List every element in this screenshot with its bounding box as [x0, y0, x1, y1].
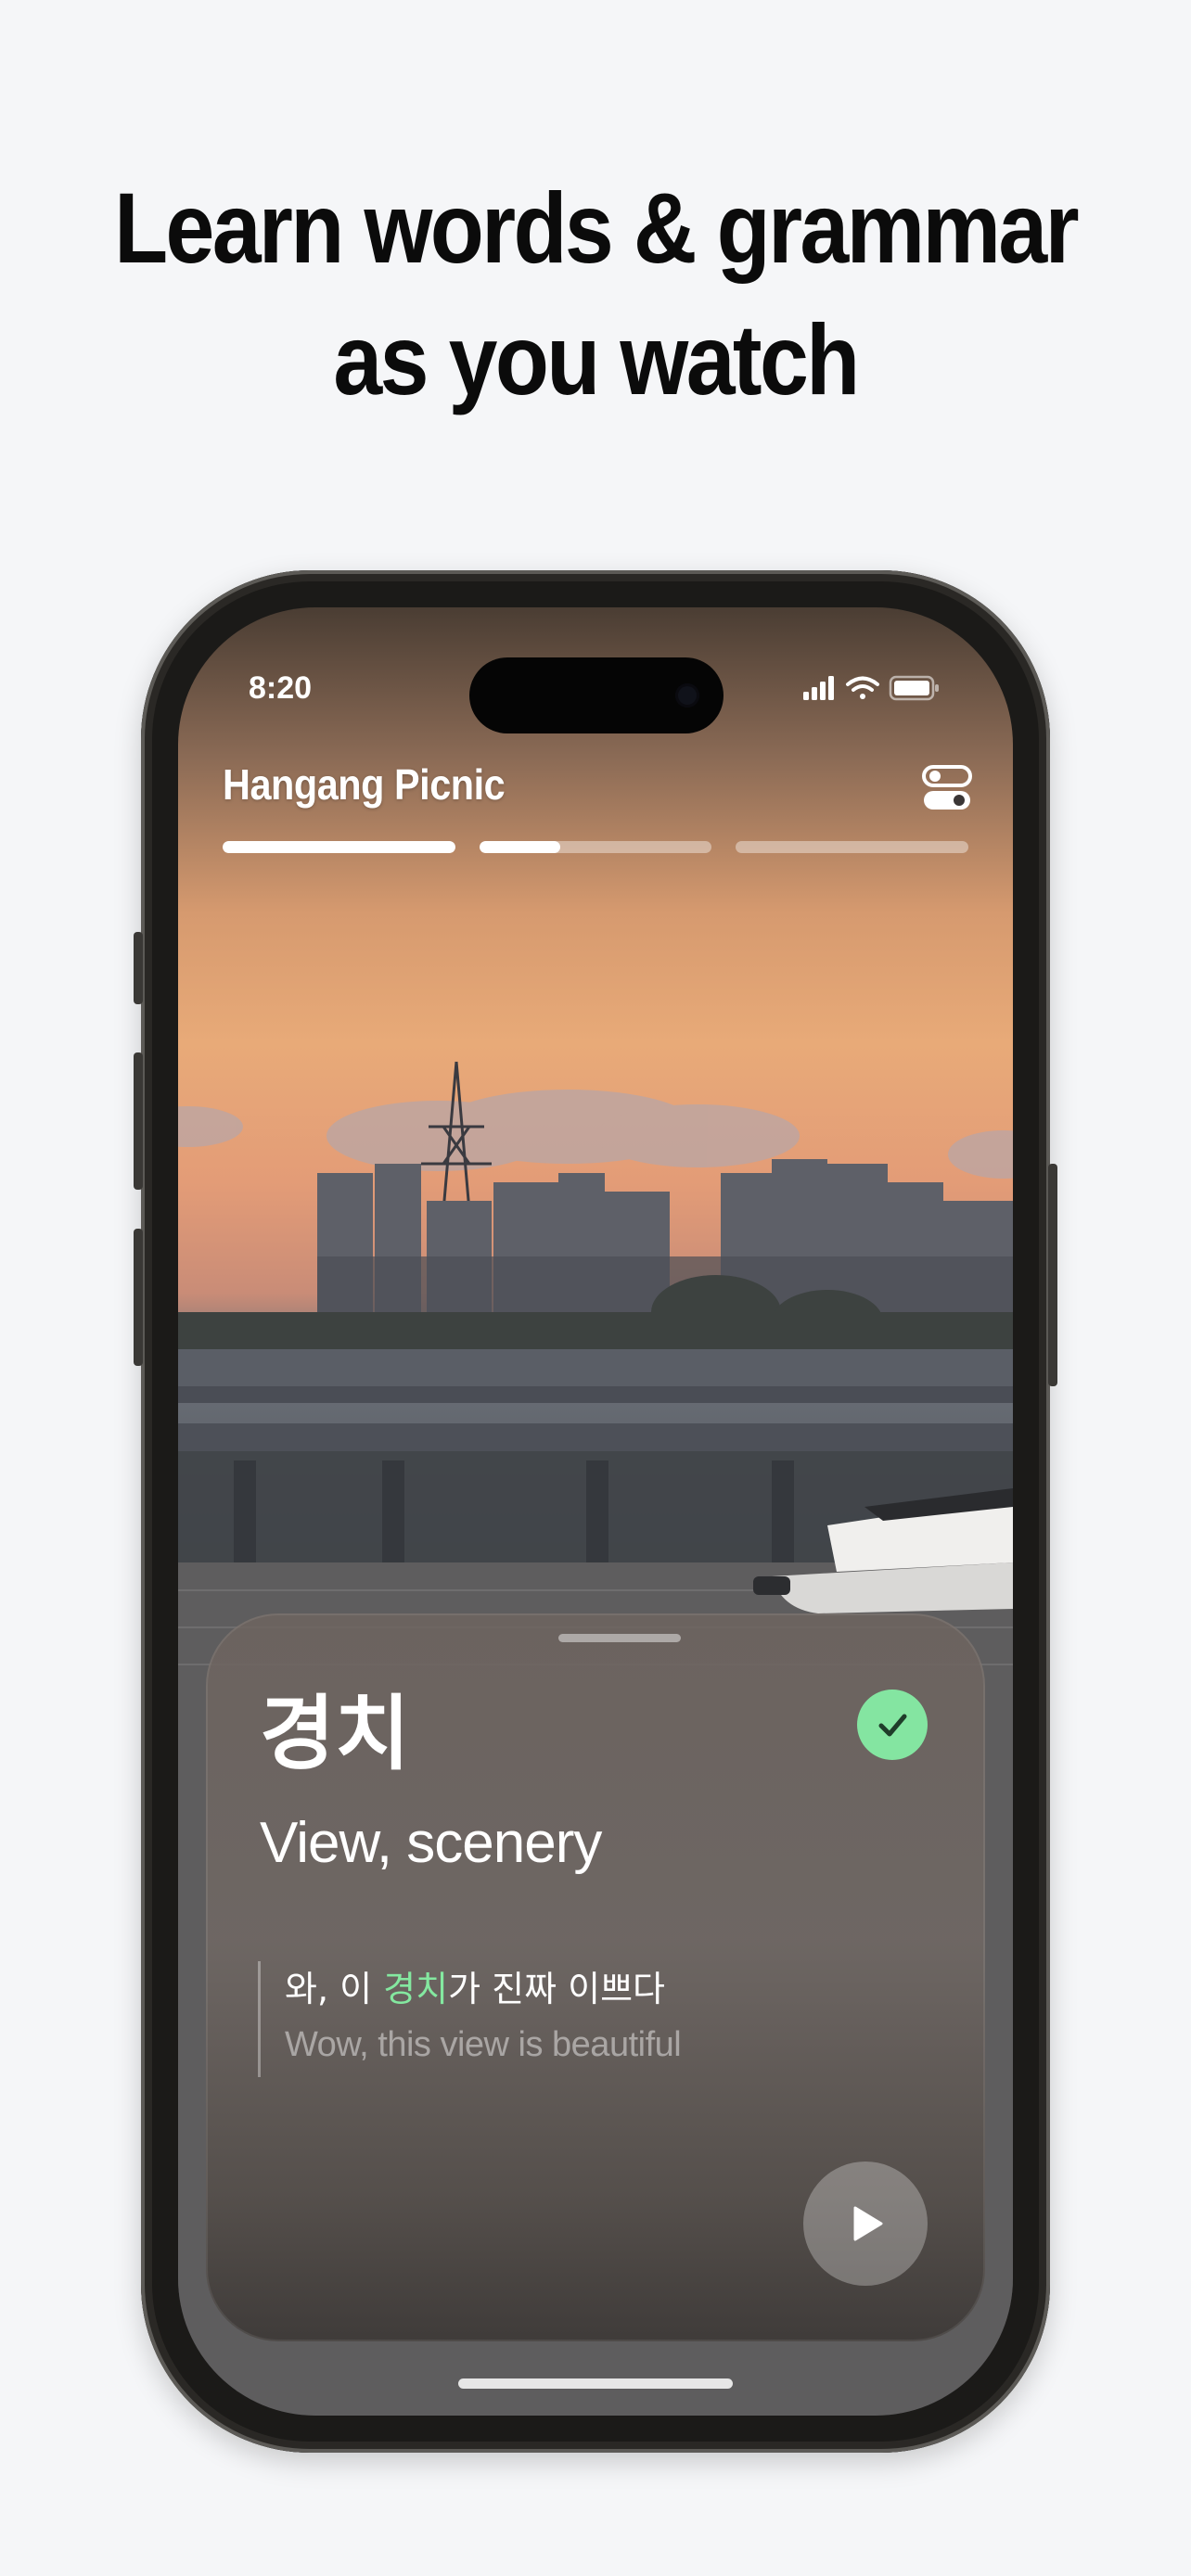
headline: Learn words & grammar as you watch — [71, 162, 1120, 426]
camera-icon — [675, 683, 699, 708]
play-icon — [853, 2206, 883, 2241]
progress-segment-1 — [223, 841, 455, 853]
example-highlight-word: 경치 — [383, 1969, 449, 2009]
progress-segment-3 — [736, 841, 969, 853]
headline-line-2: as you watch — [333, 303, 860, 415]
play-audio-button[interactable] — [803, 2162, 928, 2286]
headline-line-1: Learn words & grammar — [114, 172, 1079, 284]
battery-icon — [889, 675, 939, 701]
settings-toggle-icon[interactable] — [922, 763, 972, 813]
vocab-meaning: View, scenery — [260, 1811, 602, 1875]
example-translation: Wow, this view is beautiful — [285, 2025, 682, 2064]
example-sentence: 와, 이 경치가 진짜 이쁘다 Wow, this view is beauti… — [258, 1961, 682, 2077]
volume-up-button — [134, 1052, 143, 1190]
power-button — [1048, 1164, 1057, 1386]
example-before: 와, 이 — [285, 1969, 384, 2009]
home-indicator[interactable] — [458, 2378, 733, 2389]
word-card[interactable]: 경치 View, scenery 와, 이 경치가 진짜 이쁘다 Wow, th… — [206, 1613, 985, 2341]
story-title: Hangang Picnic — [223, 760, 506, 809]
example-korean: 와, 이 경치가 진짜 이쁘다 — [285, 1961, 681, 2017]
progress-segment-2 — [479, 841, 712, 853]
vocab-word: 경치 — [260, 1686, 410, 1781]
action-button — [134, 932, 143, 1004]
drag-handle[interactable] — [558, 1634, 681, 1642]
status-time: 8:20 — [249, 670, 313, 706]
phone-frame: 8:20 Hangang Picnic 경치 View, scenery 와, … — [134, 570, 1057, 2453]
status-icons — [803, 675, 939, 701]
known-toggle-button[interactable] — [857, 1690, 928, 1760]
phone-screen: 8:20 Hangang Picnic 경치 View, scenery 와, … — [178, 607, 1013, 2416]
check-icon — [878, 1714, 907, 1737]
wifi-icon — [846, 676, 879, 699]
signal-icon — [803, 676, 834, 700]
example-after: 가 진짜 이쁘다 — [448, 1969, 666, 2009]
story-progress — [223, 841, 969, 854]
dynamic-island — [469, 657, 724, 733]
volume-down-button — [134, 1229, 143, 1366]
